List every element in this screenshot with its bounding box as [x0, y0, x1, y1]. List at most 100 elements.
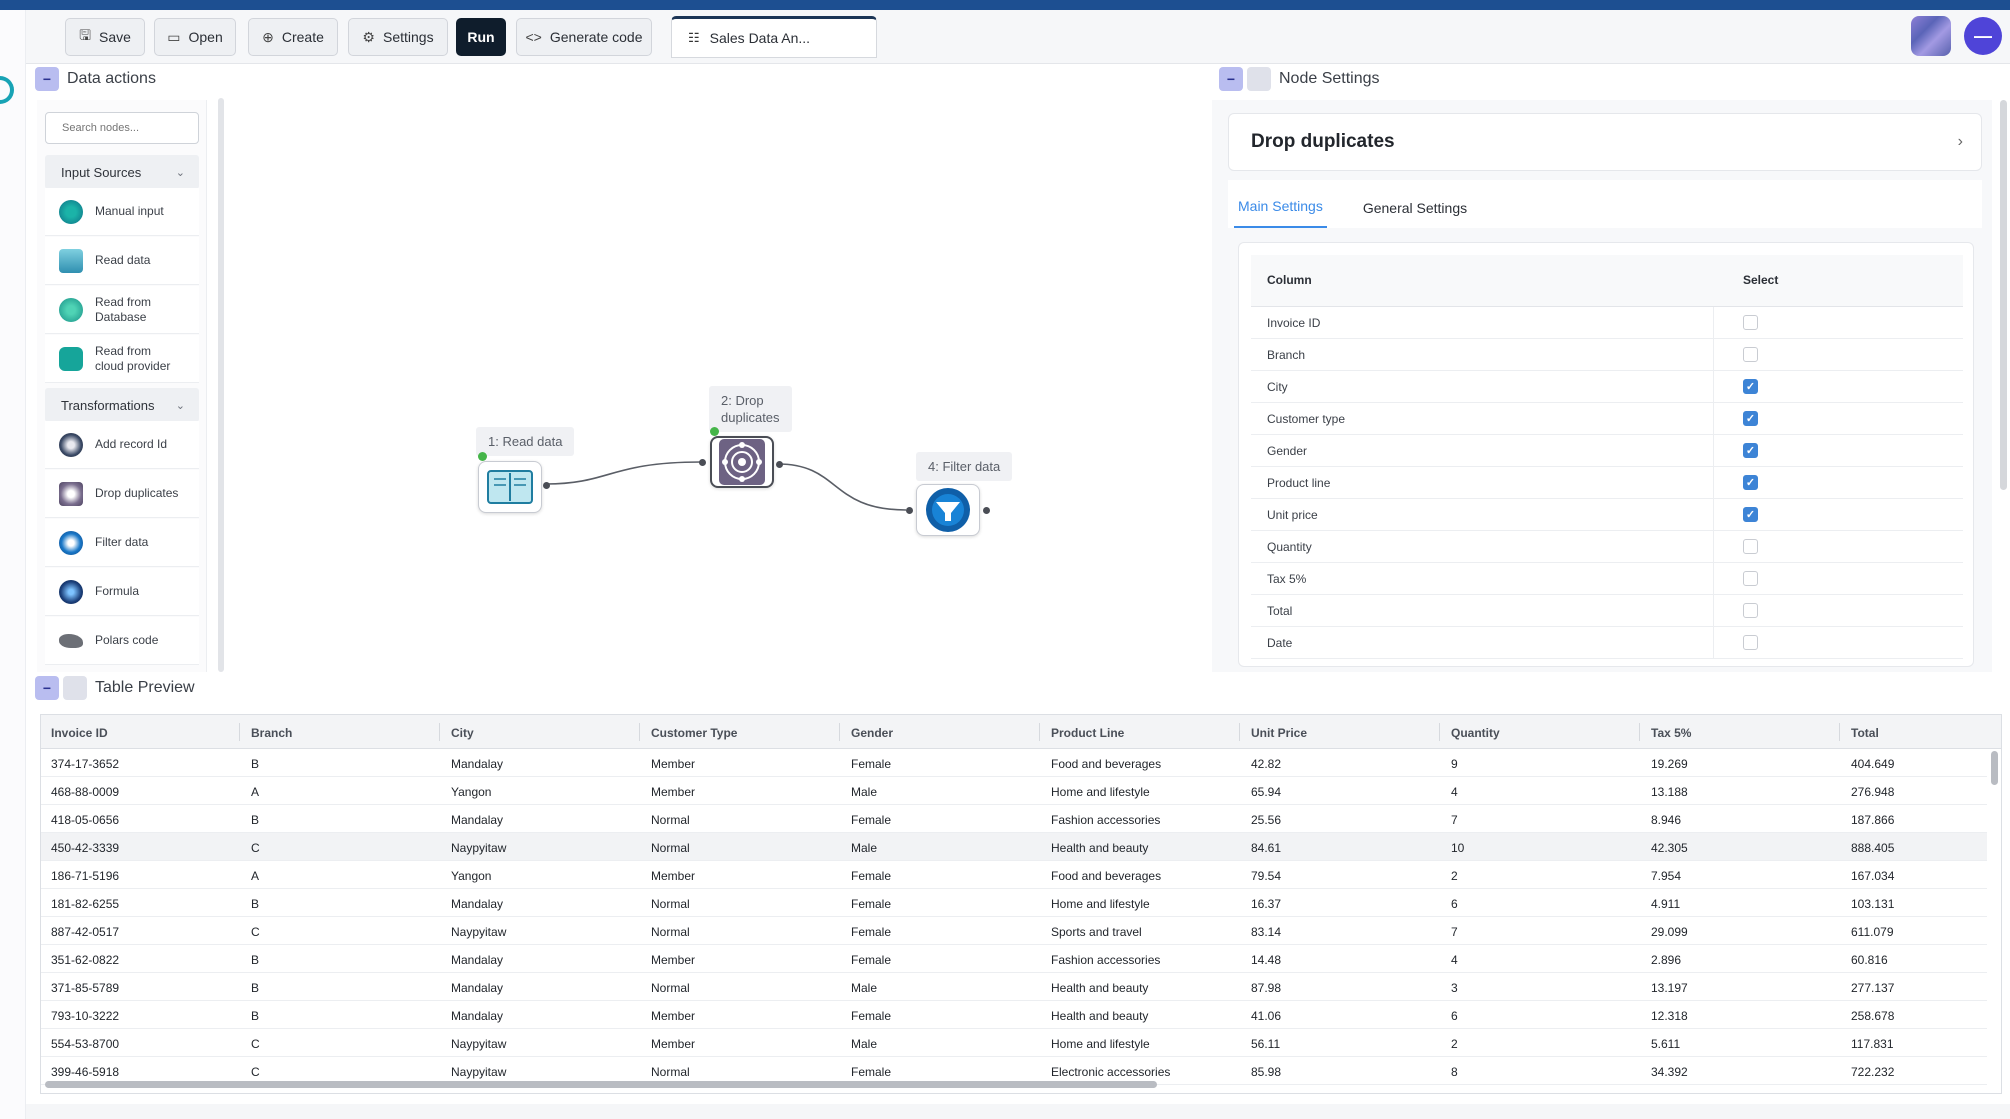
data-actions-scrollbar[interactable] [218, 98, 224, 672]
table-column-header[interactable]: Customer Type [651, 726, 737, 740]
select-checkbox[interactable] [1743, 635, 1758, 650]
search-nodes-input[interactable] [45, 112, 199, 144]
file-tab[interactable]: ☷ Sales Data An... [671, 16, 877, 58]
chevron-right-icon[interactable]: › [1958, 133, 1963, 151]
select-checkbox[interactable] [1743, 539, 1758, 554]
table-column-header[interactable]: City [451, 726, 474, 740]
plus-circle-icon: ⊕ [262, 28, 274, 45]
panel-toggle-icon[interactable] [1247, 67, 1271, 91]
table-cell: Food and beverages [1051, 869, 1162, 883]
node-item-read-cloud[interactable]: Read from cloud provider [45, 335, 199, 383]
select-checkbox[interactable]: ✓ [1743, 379, 1758, 394]
node-item-drop-duplicates[interactable]: Drop duplicates [45, 470, 199, 518]
node-settings-title: Node Settings [1279, 70, 1380, 87]
node-item-read-database[interactable]: Read from Database [45, 286, 199, 334]
table-cell: Normal [651, 897, 690, 911]
collapse-node-settings-button[interactable]: − [1219, 67, 1243, 91]
table-row[interactable]: 793-10-3222 B Mandalay Member Female Health a… [41, 1001, 1987, 1029]
run-label: Run [467, 29, 495, 45]
table-cell: 887-42-0517 [51, 925, 120, 939]
node-item-polars-code[interactable]: Polars code [45, 617, 199, 665]
collapse-table-preview-button[interactable]: − [35, 676, 59, 700]
left-rail [0, 10, 26, 1119]
collapse-data-actions-button[interactable]: − [35, 67, 59, 91]
node-item-manual-input[interactable]: Manual input [45, 188, 199, 236]
output-port[interactable] [543, 482, 550, 489]
canvas-node-read-data[interactable] [478, 461, 542, 513]
settings-scrollbar[interactable] [2000, 100, 2007, 490]
column-name: Unit price [1267, 508, 1318, 522]
group-transformations[interactable]: Transformations ⌄ [45, 388, 199, 422]
output-port[interactable] [983, 507, 990, 514]
output-port[interactable] [776, 461, 783, 468]
table-column-header[interactable]: Invoice ID [51, 726, 108, 740]
table-column-header[interactable]: Gender [851, 726, 893, 740]
table-row[interactable]: 186-71-5196 A Yangon Member Female Food and b… [41, 861, 1987, 889]
group-input-sources[interactable]: Input Sources ⌄ [45, 155, 199, 189]
node-item-label: Read from cloud provider [95, 343, 171, 373]
table-row[interactable]: 418-05-0656 B Mandalay Normal Female Fashion … [41, 805, 1987, 833]
data-actions-title: Data actions [67, 70, 156, 87]
vertical-scrollbar[interactable] [1991, 751, 1998, 785]
node-name-card[interactable]: Drop duplicates › [1228, 113, 1982, 171]
table-column-header[interactable]: Unit Price [1251, 726, 1307, 740]
column-name: Tax 5% [1267, 572, 1307, 586]
table-column-header[interactable]: Branch [251, 726, 292, 740]
run-button[interactable]: Run [456, 18, 506, 56]
table-row[interactable]: 468-88-0009 A Yangon Member Male Home and lif… [41, 777, 1987, 805]
table-cell: 103.131 [1851, 897, 1895, 911]
input-port[interactable] [699, 459, 706, 466]
node-item-label: Drop duplicates [95, 486, 179, 500]
table-cell: Male [851, 1037, 878, 1051]
table-row[interactable]: 374-17-3652 B Mandalay Member Female Food and… [41, 749, 1987, 777]
table-row[interactable]: 450-42-3339 C Naypyitaw Normal Male Health an… [41, 833, 1987, 861]
tab-general-settings[interactable]: General Settings [1359, 200, 1471, 228]
header-divider [1839, 723, 1840, 741]
select-checkbox[interactable] [1743, 347, 1758, 362]
table-column-header[interactable]: Total [1851, 726, 1879, 740]
table-column-header[interactable]: Product Line [1051, 726, 1124, 740]
table-cell: B [251, 813, 260, 827]
save-button[interactable]: 🖫 Save [65, 18, 145, 56]
generate-code-button[interactable]: <> Generate code [516, 18, 652, 56]
table-row[interactable]: 371-85-5789 B Mandalay Normal Male Health and… [41, 973, 1987, 1001]
select-checkbox[interactable]: ✓ [1743, 507, 1758, 522]
node-item-add-record-id[interactable]: Add record Id [45, 421, 199, 469]
canvas-node-drop-duplicates[interactable] [710, 436, 774, 488]
open-button[interactable]: ▭ Open [154, 18, 236, 56]
gear-icon: ⚙ [362, 28, 375, 45]
canvas-node-filter-data[interactable] [916, 484, 980, 536]
node-item-formula[interactable]: Formula [45, 568, 199, 616]
file-tab-label: Sales Data An... [709, 30, 811, 46]
create-button[interactable]: ⊕ Create [248, 18, 338, 56]
tab-main-settings[interactable]: Main Settings [1234, 198, 1327, 228]
select-checkbox[interactable] [1743, 603, 1758, 618]
input-port[interactable] [906, 507, 913, 514]
table-cell: 87.98 [1251, 981, 1282, 995]
panel-toggle-icon[interactable] [63, 676, 87, 700]
table-row[interactable]: 181-82-6255 B Mandalay Normal Female Home and… [41, 889, 1987, 917]
user-avatar[interactable]: — [1964, 17, 2002, 55]
select-checkbox[interactable] [1743, 315, 1758, 330]
node-item-label: Read data [95, 253, 151, 267]
node-item-read-data[interactable]: Read data [45, 237, 199, 285]
floppy-disk-icon: 🖫 [79, 27, 91, 43]
table-preview: Invoice ID Branch City Customer Type Gender P… [40, 714, 2002, 1094]
table-row[interactable]: 554-53-8700 C Naypyitaw Member Male Home and … [41, 1029, 1987, 1057]
node-item-filter-data[interactable]: Filter data [45, 519, 199, 567]
column-name: Invoice ID [1267, 316, 1321, 330]
header-divider [239, 723, 240, 741]
table-cell: 6 [1451, 1009, 1458, 1023]
table-row[interactable]: 351-62-0822 B Mandalay Member Female Fashion … [41, 945, 1987, 973]
table-column-header[interactable]: Quantity [1451, 726, 1500, 740]
table-row[interactable]: 887-42-0517 C Naypyitaw Normal Female Sports … [41, 917, 1987, 945]
flow-canvas[interactable]: 1: Read data 2: Drop duplicates 4: Filte… [230, 64, 1210, 670]
select-checkbox[interactable] [1743, 571, 1758, 586]
settings-button[interactable]: ⚙ Settings [348, 18, 448, 56]
select-checkbox[interactable]: ✓ [1743, 411, 1758, 426]
select-checkbox[interactable]: ✓ [1743, 475, 1758, 490]
table-cell: 2.896 [1651, 953, 1682, 967]
horizontal-scrollbar[interactable] [45, 1081, 1157, 1088]
table-column-header[interactable]: Tax 5% [1651, 726, 1691, 740]
select-checkbox[interactable]: ✓ [1743, 443, 1758, 458]
